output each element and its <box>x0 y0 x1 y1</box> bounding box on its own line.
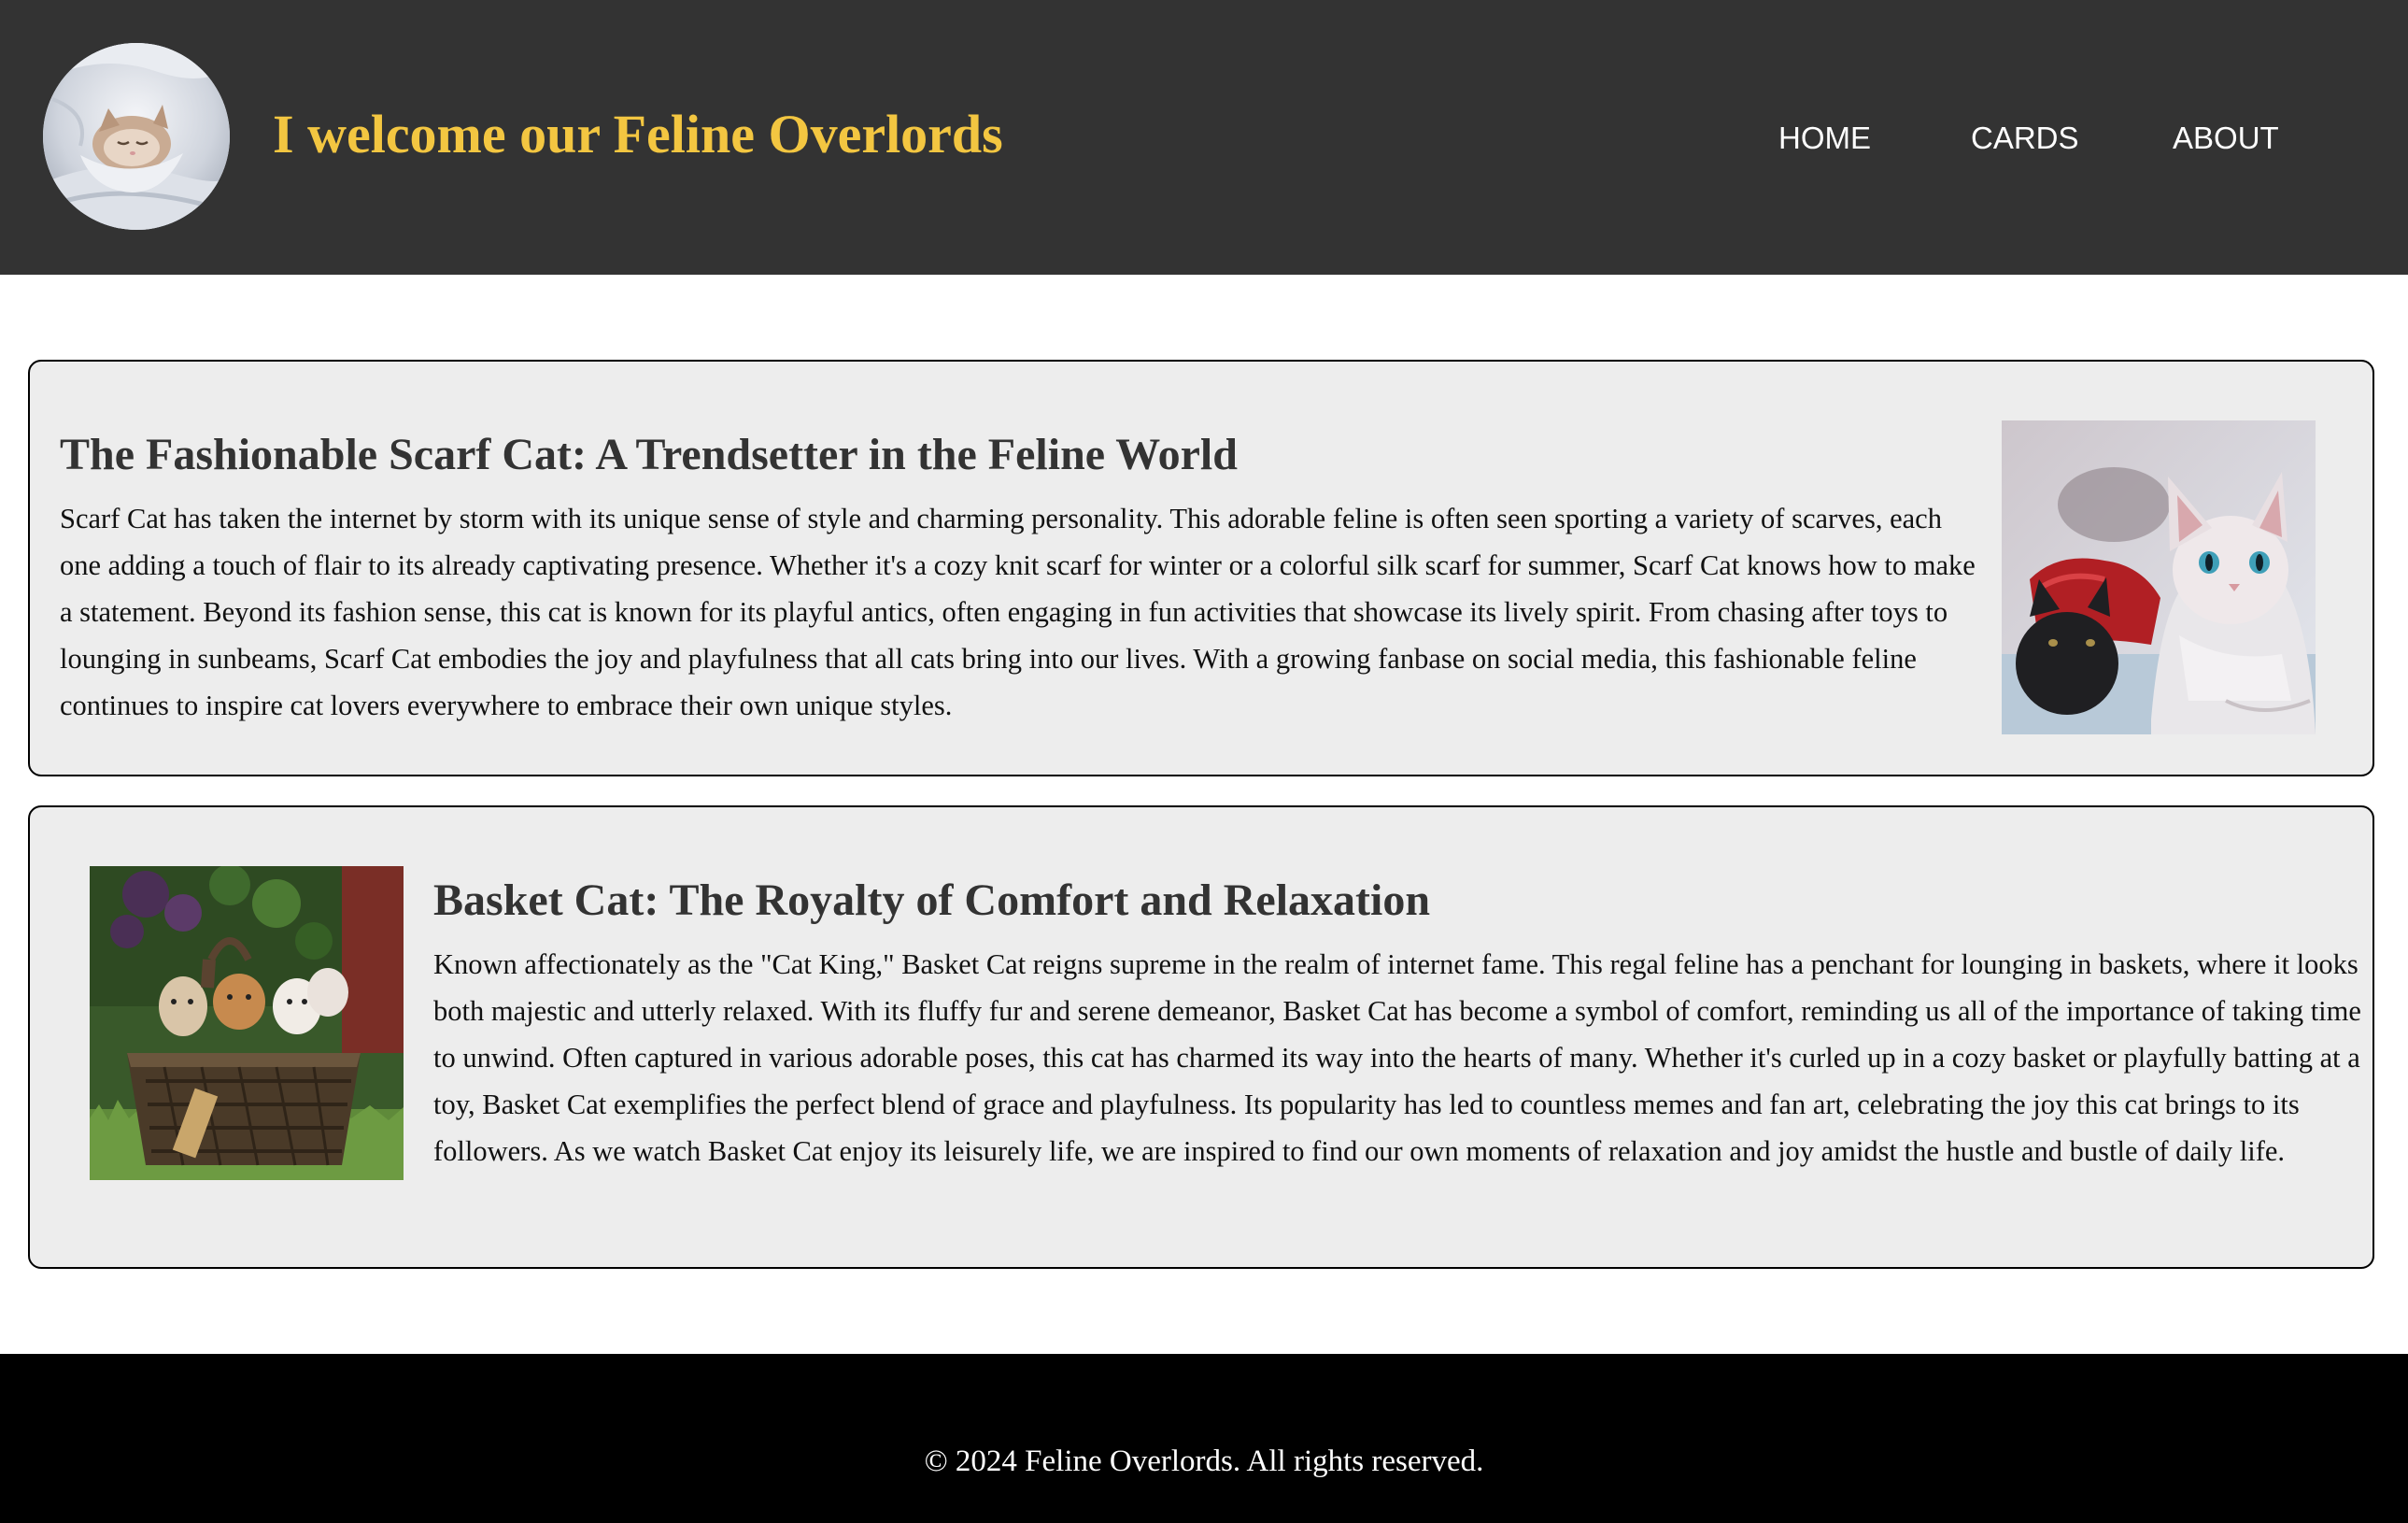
sleeping-kitten-icon <box>43 43 230 230</box>
footer-copyright: © 2024 Feline Overlords. All rights rese… <box>924 1445 1484 1478</box>
site-footer: © 2024 Feline Overlords. All rights rese… <box>0 1354 2408 1523</box>
card-text: Scarf Cat has taken the internet by stor… <box>60 503 1976 721</box>
nav-link-about[interactable]: ABOUT <box>2173 110 2279 166</box>
card-image <box>90 866 404 1180</box>
card-image <box>2002 420 2316 734</box>
card-title: Basket Cat: The Royalty of Comfort and R… <box>433 875 1431 925</box>
kittens-scarf-icon <box>2002 420 2316 734</box>
card-basket-cat: Basket Cat: The Royalty of Comfort and R… <box>28 805 2374 1269</box>
site-title: I welcome our Feline Overlords <box>273 104 1003 164</box>
page: I welcome our Feline Overlords HOME CARD… <box>0 0 2408 1523</box>
logo-avatar[interactable] <box>43 43 230 230</box>
nav-link-home[interactable]: HOME <box>1778 110 1871 166</box>
card-text: Known affectionately as the "Cat King," … <box>433 948 2361 1167</box>
card-scarf-cat: The Fashionable Scarf Cat: A Trendsetter… <box>28 360 2374 776</box>
site-header: I welcome our Feline Overlords HOME CARD… <box>0 0 2408 275</box>
nav-link-cards[interactable]: CARDS <box>1971 110 2079 166</box>
kittens-basket-icon <box>90 866 404 1180</box>
card-title: The Fashionable Scarf Cat: A Trendsetter… <box>60 430 1238 479</box>
